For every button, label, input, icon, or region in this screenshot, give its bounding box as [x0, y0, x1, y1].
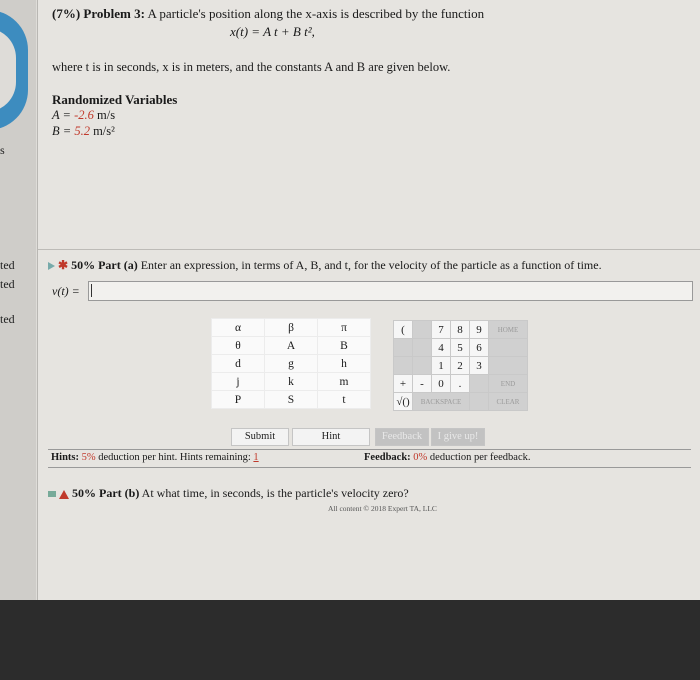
part-b-percent: 50% Part (b) [72, 486, 140, 500]
variable-a-label: A = [52, 108, 75, 122]
hint-deduction: 5% [81, 452, 96, 463]
part-b-question: At what time, in seconds, is the particl… [139, 486, 409, 500]
variable-a-unit: m/s [93, 108, 116, 122]
hint-button[interactable]: Hint [292, 428, 370, 446]
key-beta[interactable]: β [264, 318, 318, 337]
play-icon[interactable] [48, 262, 55, 271]
key-del[interactable] [469, 392, 489, 411]
key-s[interactable]: S [264, 390, 318, 409]
position-equation: x(t) = A t + B t², [230, 24, 315, 39]
key-plus[interactable]: + [393, 374, 413, 393]
section-divider [38, 249, 700, 250]
key-9[interactable]: 9 [469, 320, 489, 339]
left-sidebar: s ted ted ted [0, 0, 36, 600]
key-blank-3[interactable] [488, 338, 528, 357]
key-a[interactable]: A [264, 336, 318, 355]
variable-a-value: -2.6 [74, 108, 94, 122]
key-8[interactable]: 8 [450, 320, 470, 339]
part-a-percent: 50% Part (a) [71, 258, 138, 272]
submit-button[interactable]: Submit [231, 428, 289, 446]
key-6[interactable]: 6 [469, 338, 489, 357]
key-theta[interactable]: θ [211, 336, 265, 355]
problem-description: where t is in seconds, x is in meters, a… [52, 60, 451, 74]
hints-remaining: 1 [253, 452, 259, 463]
key-b[interactable]: B [317, 336, 371, 355]
key-d[interactable]: d [211, 354, 265, 373]
key-sqrt[interactable]: √() [393, 392, 413, 411]
text-cursor [91, 284, 92, 297]
answer-label: v(t) = [52, 284, 80, 298]
number-keypad: ( 7 8 9 HOME 4 5 6 1 2 3 + - 0 . END √()… [393, 320, 528, 411]
sidebar-label-2[interactable]: ted [0, 258, 15, 273]
key-5[interactable]: 5 [450, 338, 470, 357]
key-decimal[interactable]: . [450, 374, 470, 393]
variable-a: A = -2.6 m/s [52, 108, 115, 123]
problem-number: (7%) Problem 3: [52, 6, 145, 21]
key-close-paren[interactable] [412, 320, 432, 339]
sidebar-label-3[interactable]: ted [0, 277, 15, 292]
randomized-variables-title: Randomized Variables [52, 92, 178, 107]
variable-b-label: B = [52, 124, 75, 138]
problem-title: (7%) Problem 3: A particle's position al… [52, 6, 484, 22]
flag-icon [48, 491, 56, 498]
problem-panel: (7%) Problem 3: A particle's position al… [37, 0, 700, 600]
variable-b: B = 5.2 m/s² [52, 124, 115, 139]
key-pi[interactable]: π [317, 318, 371, 337]
key-blank-1[interactable] [393, 338, 413, 357]
warning-icon [59, 489, 69, 499]
key-blank-5[interactable] [412, 356, 432, 375]
hints-feedback-bar: Hints: 5% deduction per hint. Hints rema… [48, 449, 691, 468]
key-blank-7[interactable] [469, 374, 489, 393]
sidebar-label-4[interactable]: ted [0, 312, 15, 327]
key-p[interactable]: P [211, 390, 265, 409]
hints-label: Hints: [51, 452, 80, 463]
key-j[interactable]: j [211, 372, 265, 391]
key-blank-6[interactable] [488, 356, 528, 375]
bottom-frame [0, 600, 700, 680]
key-7[interactable]: 7 [431, 320, 451, 339]
part-a-question: Enter an expression, in terms of A, B, a… [137, 258, 602, 272]
feedback-deduction: 0% [413, 452, 428, 463]
copyright: All content © 2018 Expert TA, LLC [328, 504, 437, 513]
feedback-label: Feedback: [364, 452, 411, 463]
give-up-button[interactable]: I give up! [431, 428, 485, 446]
key-2[interactable]: 2 [450, 356, 470, 375]
answer-input[interactable] [88, 281, 693, 301]
key-3[interactable]: 3 [469, 356, 489, 375]
key-4[interactable]: 4 [431, 338, 451, 357]
key-g[interactable]: g [264, 354, 318, 373]
key-alpha[interactable]: α [211, 318, 265, 337]
part-b-header[interactable]: 50% Part (b) At what time, in seconds, i… [48, 486, 409, 501]
feedback-text: deduction per feedback. [427, 452, 531, 463]
key-h[interactable]: h [317, 354, 371, 373]
feedback-info: Feedback: 0% deduction per feedback. [364, 452, 531, 463]
key-m[interactable]: m [317, 372, 371, 391]
key-end[interactable]: END [488, 374, 528, 393]
hints-text: deduction per hint. Hints remaining: [95, 452, 254, 463]
variable-b-unit: m/s² [89, 124, 115, 138]
key-0[interactable]: 0 [431, 374, 451, 393]
feedback-button[interactable]: Feedback [375, 428, 429, 446]
key-minus[interactable]: - [412, 374, 432, 393]
key-home[interactable]: HOME [488, 320, 528, 339]
key-blank-2[interactable] [412, 338, 432, 357]
hints-info: Hints: 5% deduction per hint. Hints rema… [51, 452, 259, 463]
key-backspace[interactable]: BACKSPACE [412, 392, 470, 411]
incorrect-icon: ✱ [58, 258, 69, 272]
key-blank-4[interactable] [393, 356, 413, 375]
sidebar-label-1: s [0, 143, 5, 157]
key-open-paren[interactable]: ( [393, 320, 413, 339]
key-1[interactable]: 1 [431, 356, 451, 375]
key-t[interactable]: t [317, 390, 371, 409]
key-clear[interactable]: CLEAR [488, 392, 528, 411]
variable-keypad: α β π θ A B d g h j k m P S t [211, 318, 371, 409]
problem-statement: A particle's position along the x-axis i… [144, 6, 485, 21]
part-a-header: ✱ 50% Part (a) Enter an expression, in te… [48, 258, 602, 273]
key-k[interactable]: k [264, 372, 318, 391]
variable-b-value: 5.2 [74, 124, 90, 138]
